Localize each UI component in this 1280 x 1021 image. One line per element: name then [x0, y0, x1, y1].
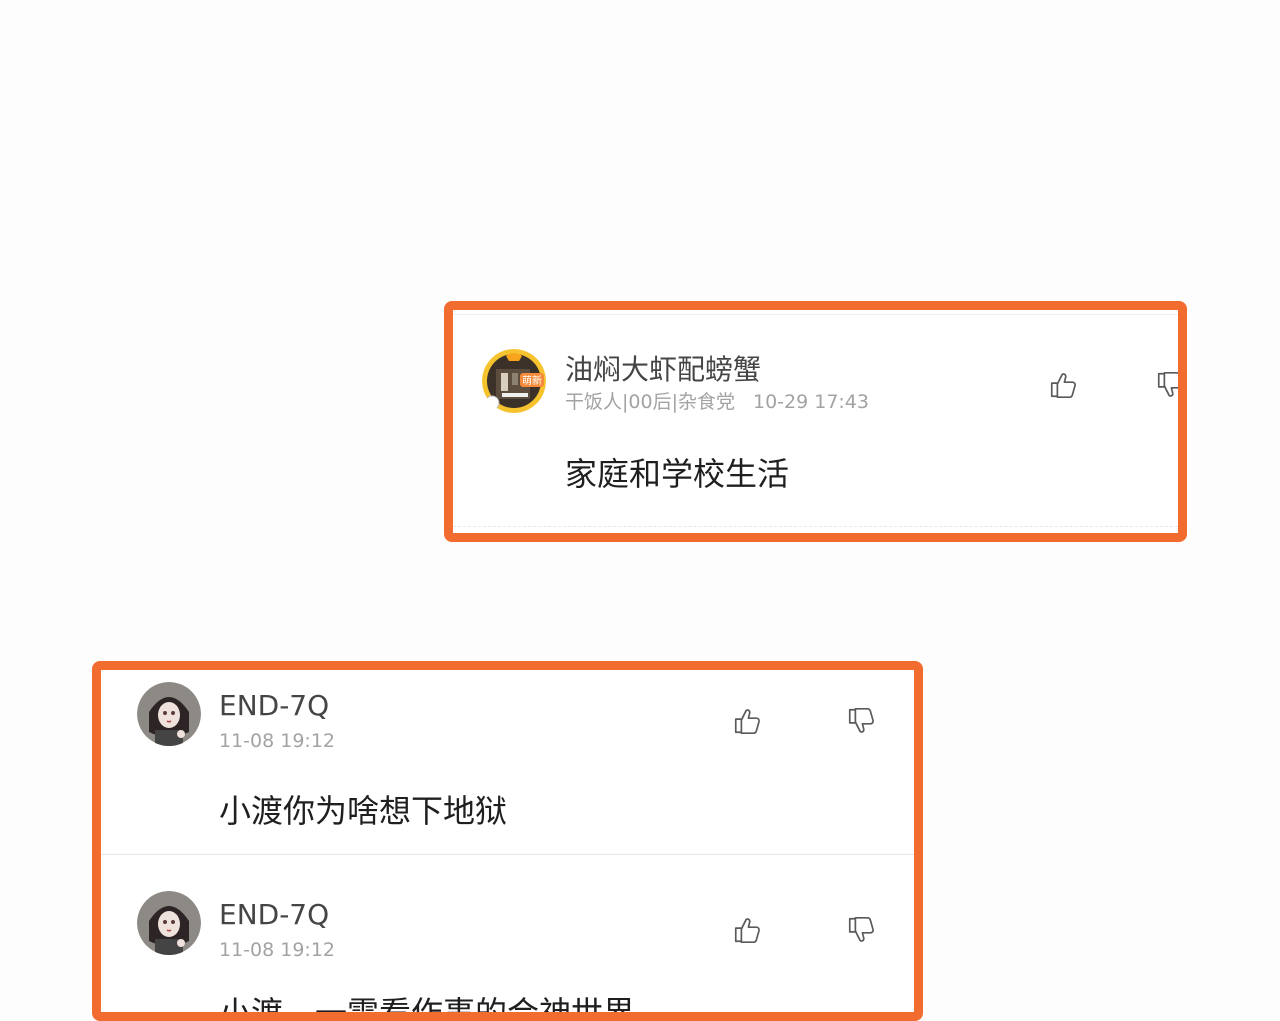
thumbs-up-icon	[1048, 370, 1078, 400]
anime-girl-avatar[interactable]	[137, 891, 201, 955]
thumbs-down-icon	[846, 915, 876, 945]
username[interactable]: END-7Q	[219, 901, 329, 929]
thumbs-up-icon	[732, 915, 762, 945]
timestamp: 11-08 19:12	[219, 730, 336, 752]
comment-item: 萌新 油焖大虾配螃蟹 干饭人|00后|杂食党 10-29 17:43 家庭和学校生…	[453, 310, 1178, 533]
highlighted-comment-box-1: 萌新 油焖大虾配螃蟹 干饭人|00后|杂食党 10-29 17:43 家庭和学校生…	[444, 301, 1187, 542]
timestamp: 10-29 17:43	[752, 391, 869, 413]
highlighted-comment-box-2: END-7Q 11-08 19:12 小渡你为啥想下地狱 END-7Q 11-0…	[92, 661, 923, 1021]
comment-meta: 干饭人|00后|杂食党 10-29 17:43	[565, 393, 869, 412]
comment-meta: 11-08 19:12	[219, 732, 335, 751]
like-button[interactable]	[730, 913, 764, 947]
timestamp: 11-08 19:12	[219, 939, 336, 961]
avatar-badge-text: 萌新	[522, 374, 542, 387]
username[interactable]: END-7Q	[219, 692, 329, 720]
comment-item: END-7Q 11-08 19:12 小渡你为啥想下地狱	[101, 670, 914, 855]
anime-girl-avatar[interactable]	[137, 682, 201, 746]
thumbs-down-icon	[846, 706, 876, 736]
comment-item: END-7Q 11-08 19:12 小渡，一需看作事的合神世界	[101, 855, 914, 1021]
thumbs-up-icon	[732, 706, 762, 736]
comment-text: 家庭和学校生活	[565, 455, 790, 493]
thumbs-down-icon	[1155, 370, 1185, 400]
comment-meta: 11-08 19:12	[219, 941, 335, 960]
like-button[interactable]	[730, 704, 764, 738]
user-tags: 干饭人|00后|杂食党	[565, 391, 735, 413]
divider	[453, 526, 1178, 527]
comment-text: 小渡，一需看作事的合神世界	[219, 994, 636, 1021]
dislike-button[interactable]	[1153, 368, 1187, 402]
dislike-button[interactable]	[844, 913, 878, 947]
comment-text: 小渡你为啥想下地狱	[219, 792, 508, 830]
username[interactable]: 油焖大虾配螃蟹	[565, 356, 761, 384]
duck-mascot-avatar[interactable]: 萌新	[482, 349, 546, 413]
like-button[interactable]	[1046, 368, 1080, 402]
dislike-button[interactable]	[844, 704, 878, 738]
